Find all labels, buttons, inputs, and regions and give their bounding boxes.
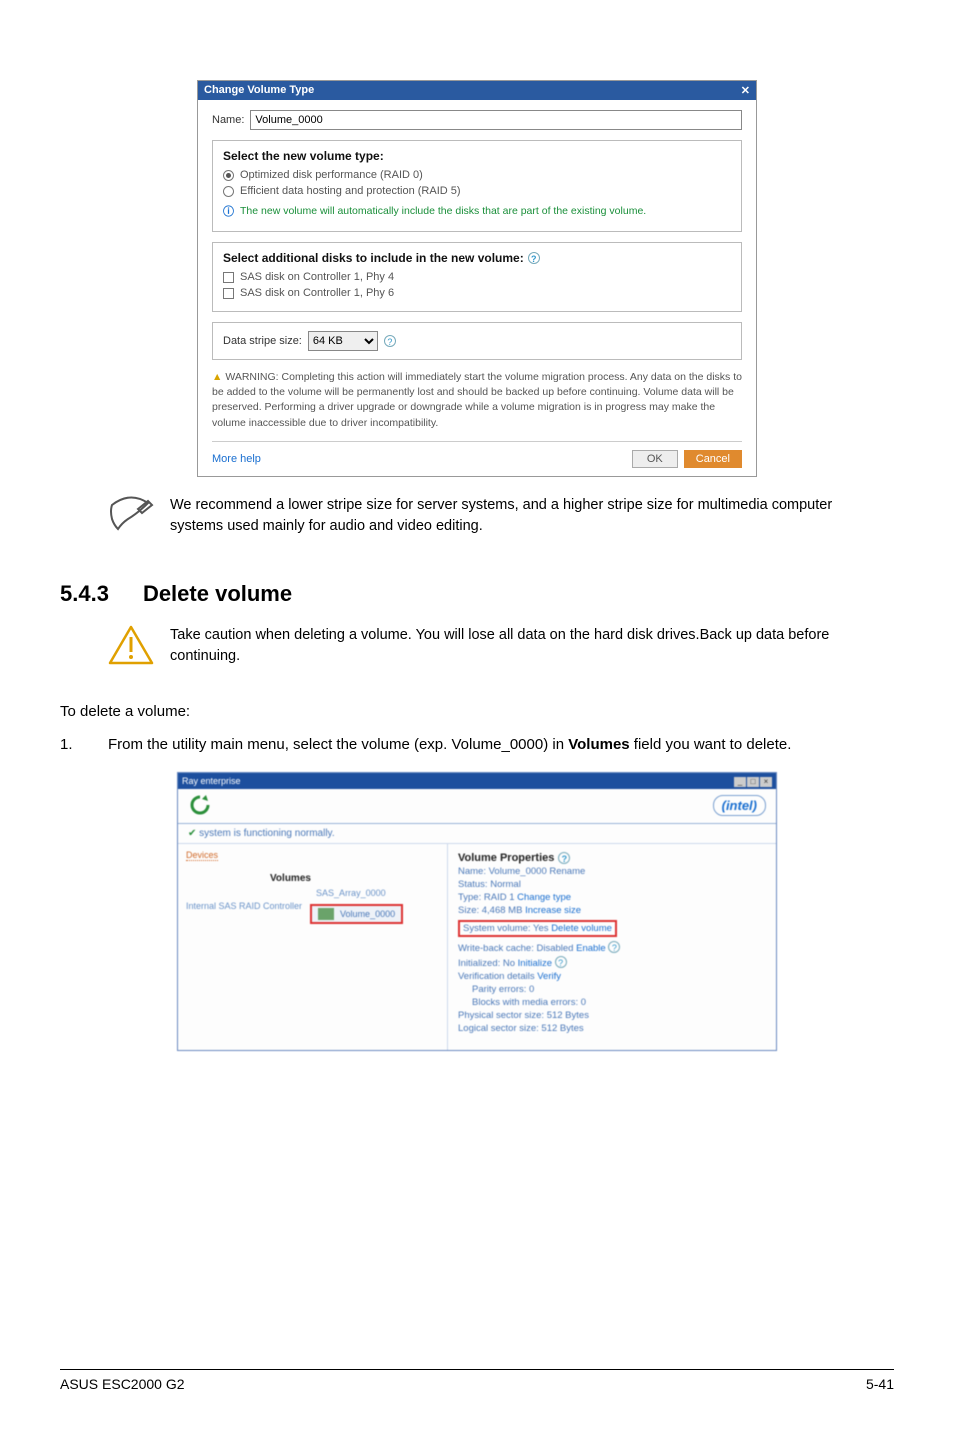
more-help-link[interactable]: More help — [212, 453, 261, 465]
cancel-button[interactable]: Cancel — [684, 450, 742, 468]
warning-text: WARNING: Completing this action will imm… — [212, 371, 742, 429]
volume-type-panel: Select the new volume type: Optimized di… — [212, 140, 742, 232]
increase-size-link[interactable]: Increase size — [525, 905, 581, 916]
radio-raid0-label: Optimized disk performance (RAID 0) — [240, 169, 423, 181]
prop-log-sector: Logical sector size: 512 Bytes — [458, 1023, 766, 1034]
prop-name: Name: Volume_0000 Rename — [458, 866, 766, 877]
refresh-icon[interactable] — [188, 793, 212, 817]
prop-type: Type: RAID 1 Change type — [458, 892, 766, 903]
delete-volume-link[interactable]: Delete volume — [551, 923, 612, 934]
step-number: 1. — [60, 734, 80, 757]
stripe-panel: Data stripe size: 64 KB ? — [212, 322, 742, 360]
change-volume-type-dialog: Change Volume Type ✕ Name: Select the ne… — [197, 80, 757, 477]
help-icon[interactable]: ? — [555, 956, 567, 968]
radio-raid0[interactable] — [223, 170, 234, 181]
status-text: system is functioning normally. — [199, 828, 334, 839]
info-icon: ⓘ — [223, 203, 234, 219]
checkbox-phy4-label: SAS disk on Controller 1, Phy 4 — [240, 271, 394, 283]
step-text-a: From the utility main menu, select the v… — [108, 736, 568, 753]
utility-window: Ray enterprise _□× (intel) ✔ system is f… — [177, 772, 777, 1051]
enable-wb-link[interactable]: Enable — [576, 943, 606, 954]
close-icon[interactable]: × — [760, 777, 772, 787]
caution-text: Take caution when deleting a volume. You… — [170, 625, 870, 667]
checkbox-phy4[interactable] — [223, 272, 234, 283]
array-item[interactable]: SAS_Array_0000 — [316, 888, 403, 898]
stripe-label: Data stripe size: — [223, 335, 302, 347]
prop-blocks: Blocks with media errors: 0 — [472, 997, 766, 1008]
volume-name-input[interactable] — [250, 110, 742, 130]
note-text: We recommend a lower stripe size for ser… — [170, 495, 870, 537]
volumes-header: Volumes — [270, 873, 439, 884]
device-tree-panel: Devices Volumes Internal SAS RAID Contro… — [178, 844, 448, 1050]
footer-right: 5-41 — [866, 1376, 894, 1392]
volume-properties-panel: Volume Properties ? Name: Volume_0000 Re… — [448, 844, 776, 1050]
checkbox-phy6-label: SAS disk on Controller 1, Phy 6 — [240, 287, 394, 299]
checkbox-phy6[interactable] — [223, 288, 234, 299]
warning-icon: ▲ — [212, 371, 222, 383]
change-type-link[interactable]: Change type — [517, 892, 571, 903]
help-icon[interactable]: ? — [558, 852, 570, 864]
initialize-link[interactable]: Initialize — [518, 958, 552, 969]
verify-link[interactable]: Verify — [537, 971, 561, 982]
volume-properties-title: Volume Properties — [458, 852, 554, 864]
ok-button[interactable]: OK — [632, 450, 678, 468]
devices-heading: Devices — [186, 850, 218, 861]
prop-verification: Verification details Verify — [458, 971, 766, 982]
minimize-icon[interactable]: _ — [734, 777, 746, 787]
radio-raid5[interactable] — [223, 186, 234, 197]
maximize-icon[interactable]: □ — [747, 777, 759, 787]
caution-icon — [108, 625, 154, 667]
window-titlebar: Ray enterprise _□× — [178, 773, 776, 789]
section-title: Delete volume — [143, 581, 292, 607]
close-icon[interactable]: ✕ — [741, 84, 750, 97]
prop-system-volume: System volume: Yes Delete volume — [458, 920, 617, 937]
prop-phys-sector: Physical sector size: 512 Bytes — [458, 1010, 766, 1021]
step-text: From the utility main menu, select the v… — [108, 734, 791, 757]
status-ok-icon: ✔ — [188, 828, 196, 839]
select-type-heading: Select the new volume type: — [223, 149, 731, 163]
intel-logo: (intel) — [713, 795, 766, 816]
volume-chip-label: Volume_0000 — [340, 909, 395, 919]
dialog-titlebar: Change Volume Type ✕ — [198, 81, 756, 100]
help-icon[interactable]: ? — [528, 252, 540, 264]
radio-raid5-label: Efficient data hosting and protection (R… — [240, 185, 461, 197]
step-text-bold: Volumes — [568, 736, 629, 753]
section-number: 5.4.3 — [60, 581, 109, 607]
intro-text: To delete a volume: — [60, 703, 894, 720]
prop-initialized: Initialized: No Initialize ? — [458, 956, 766, 969]
window-title: Ray enterprise — [182, 776, 241, 786]
footer-left: ASUS ESC2000 G2 — [60, 1376, 185, 1392]
stripe-size-select[interactable]: 64 KB — [308, 331, 378, 351]
auto-include-note: The new volume will automatically includ… — [240, 205, 646, 217]
step-text-c: field you want to delete. — [630, 736, 792, 753]
help-icon[interactable]: ? — [384, 335, 396, 347]
name-label: Name: — [212, 114, 244, 126]
prop-size: Size: 4,468 MB Increase size — [458, 905, 766, 916]
controller-item[interactable]: Internal SAS RAID Controller — [186, 901, 302, 911]
dialog-title: Change Volume Type — [204, 84, 314, 97]
additional-disks-panel: Select additional disks to include in th… — [212, 242, 742, 312]
status-strip: ✔ system is functioning normally. — [178, 824, 776, 844]
volume-item-selected[interactable]: Volume_0000 — [310, 904, 403, 924]
prop-status: Status: Normal — [458, 879, 766, 890]
additional-disks-heading: Select additional disks to include in th… — [223, 251, 524, 265]
prop-parity: Parity errors: 0 — [472, 984, 766, 995]
help-icon[interactable]: ? — [608, 941, 620, 953]
prop-writeback: Write-back cache: Disabled Enable ? — [458, 941, 766, 954]
note-pen-icon — [108, 495, 154, 535]
drive-icon — [318, 908, 334, 920]
